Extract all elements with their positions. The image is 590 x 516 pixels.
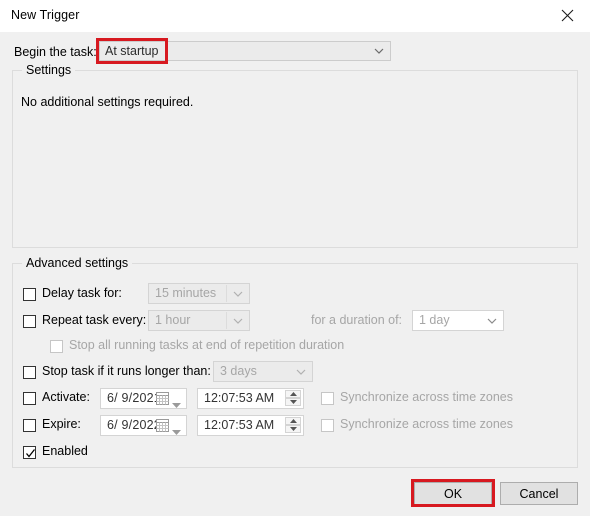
activate-time-spinner[interactable]: 12:07:53 AM [197, 388, 304, 409]
spinner-down-icon[interactable] [285, 398, 301, 406]
repeat-task-checkbox[interactable] [23, 315, 36, 328]
chevron-down-icon [487, 317, 497, 324]
calendar-icon [156, 392, 169, 405]
begin-task-combo[interactable]: At startup [99, 41, 391, 61]
checkmark-icon [26, 449, 36, 458]
duration-combo[interactable]: 1 day [412, 310, 504, 331]
spinner-down-icon[interactable] [285, 425, 301, 433]
expire-label: Expire: [42, 417, 81, 431]
duration-label: for a duration of: [311, 313, 403, 327]
window-title: New Trigger [11, 8, 80, 22]
stop-task-longer-value: 3 days [220, 364, 257, 378]
combo-separator [226, 312, 227, 329]
expire-sync-timezones-label: Synchronize across time zones [340, 417, 513, 431]
begin-task-label: Begin the task: [14, 45, 97, 59]
expire-date-picker[interactable]: 6/ 9/2022 [100, 415, 187, 436]
time-spinner-buttons[interactable] [285, 390, 301, 407]
begin-task-value: At startup [105, 44, 159, 58]
close-icon[interactable] [544, 0, 590, 31]
delay-task-value: 15 minutes [155, 286, 217, 300]
calendar-icon [156, 419, 169, 432]
duration-value: 1 day [419, 313, 450, 327]
stop-task-longer-label: Stop task if it runs longer than: [42, 364, 211, 378]
activate-sync-timezones-checkbox[interactable] [321, 392, 334, 405]
repeat-task-value: 1 hour [155, 313, 191, 327]
stop-task-longer-checkbox[interactable] [23, 366, 36, 379]
expire-time-spinner[interactable]: 12:07:53 AM [197, 415, 304, 436]
cancel-button[interactable]: Cancel [500, 482, 578, 505]
activate-sync-timezones-label: Synchronize across time zones [340, 390, 513, 404]
expire-checkbox[interactable] [23, 419, 36, 432]
chevron-down-icon[interactable] [172, 397, 181, 408]
delay-task-label: Delay task for: [42, 286, 122, 300]
enabled-checkbox[interactable] [23, 446, 36, 459]
expire-sync-timezones-checkbox[interactable] [321, 419, 334, 432]
ok-button[interactable]: OK [414, 482, 492, 505]
repeat-task-label: Repeat task every: [42, 313, 147, 327]
chevron-down-icon [374, 48, 384, 55]
expire-date-value: 6/ 9/2022 [107, 418, 161, 432]
stop-all-running-label: Stop all running tasks at end of repetit… [69, 338, 345, 352]
activate-time-value: 12:07:53 AM [204, 391, 275, 405]
stop-task-longer-combo[interactable]: 3 days [213, 361, 313, 382]
settings-group-title: Settings [22, 63, 76, 77]
title-bar: New Trigger [0, 0, 590, 32]
spinner-up-icon[interactable] [285, 417, 301, 425]
activate-checkbox[interactable] [23, 392, 36, 405]
chevron-down-icon [233, 290, 243, 297]
delay-task-combo[interactable]: 15 minutes [148, 283, 250, 304]
activate-label: Activate: [42, 390, 90, 404]
repeat-task-combo[interactable]: 1 hour [148, 310, 250, 331]
time-spinner-buttons[interactable] [285, 417, 301, 434]
chevron-down-icon[interactable] [172, 424, 181, 435]
activate-date-value: 6/ 9/2021 [107, 391, 161, 405]
activate-date-picker[interactable]: 6/ 9/2021 [100, 388, 187, 409]
enabled-label: Enabled [42, 444, 88, 458]
combo-separator [226, 285, 227, 302]
expire-time-value: 12:07:53 AM [204, 418, 275, 432]
chevron-down-icon [233, 317, 243, 324]
advanced-group-title: Advanced settings [22, 256, 133, 270]
new-trigger-dialog: New Trigger Begin the task: At startup S… [0, 0, 590, 516]
stop-all-running-checkbox[interactable] [50, 340, 63, 353]
delay-task-checkbox[interactable] [23, 288, 36, 301]
settings-note: No additional settings required. [21, 95, 194, 109]
spinner-up-icon[interactable] [285, 390, 301, 398]
chevron-down-icon [296, 368, 306, 375]
